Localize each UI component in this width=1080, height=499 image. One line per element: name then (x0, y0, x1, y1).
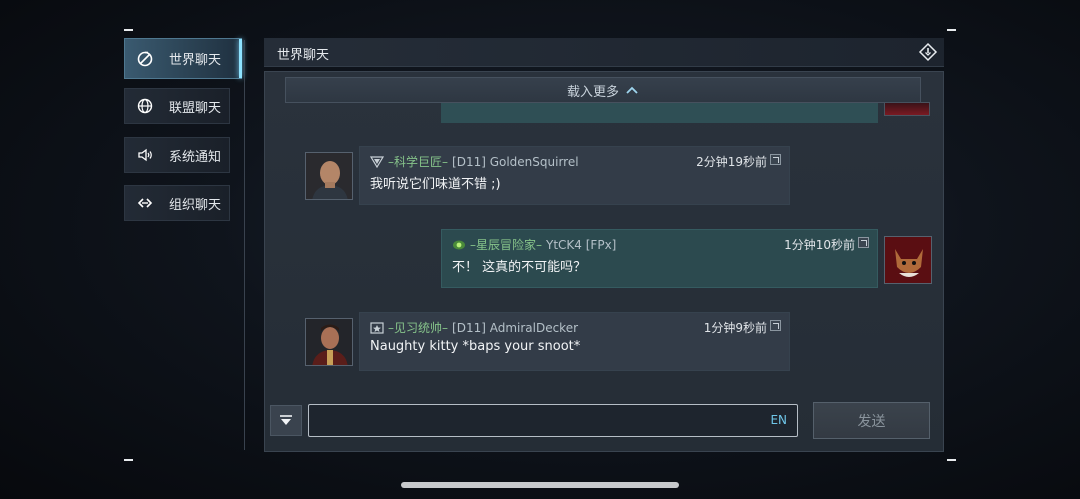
sidebar-item-label: 联盟聊天 (169, 100, 222, 116)
collapse-button[interactable] (270, 405, 302, 436)
link-icon (136, 194, 154, 212)
speaker-icon (136, 146, 154, 164)
avatar (884, 102, 930, 116)
username[interactable]: YtCK4 [FPx] (546, 238, 616, 252)
message-timestamp: 1分钟9秒前 (703, 321, 767, 335)
message-bubble: –科学巨匠– [D11] GoldenSquirrel 2分钟19秒前 我听说它… (359, 146, 790, 205)
home-indicator[interactable] (401, 482, 679, 488)
exit-icon[interactable] (918, 42, 938, 62)
chat-message-panel[interactable]: 载入更多 –科学巨匠– [D11] GoldenSquirrel 2分钟19秒前… (264, 71, 944, 452)
message-bubble: –星辰冒险家– YtCK4 [FPx] 1分钟10秒前 不！ 这真的不可能吗？ (441, 229, 878, 288)
username[interactable]: [D11] AdmiralDecker (452, 321, 578, 335)
load-more-button[interactable]: 载入更多 (285, 77, 921, 103)
chat-input[interactable]: EN (308, 404, 798, 437)
message-timestamp: 2分钟19秒前 (696, 155, 767, 169)
avatar[interactable] (884, 236, 932, 284)
message-timestamp: 1分钟10秒前 (784, 238, 855, 252)
username[interactable]: [D11] GoldenSquirrel (452, 155, 579, 169)
copy-icon[interactable] (770, 154, 781, 165)
rank-badge-icon (453, 240, 465, 249)
corner-mark (124, 459, 133, 461)
rank-title: –见习统帅– (388, 321, 449, 335)
copy-icon[interactable] (770, 320, 781, 331)
sidebar-item-system-notice[interactable]: 系统通知 (124, 137, 230, 173)
corner-mark (947, 29, 956, 31)
world-chat-icon (136, 50, 154, 68)
sidebar-item-org-chat[interactable]: 组织聊天 (124, 185, 230, 221)
message-bubble: –见习统帅– [D11] AdmiralDecker 1分钟9秒前 Naught… (359, 312, 790, 371)
message-header: –星辰冒险家– YtCK4 [FPx] (452, 236, 616, 253)
message-text: Naughty kitty *baps your snoot* (370, 339, 581, 354)
sidebar-item-label: 世界聊天 (169, 53, 222, 68)
rank-title: –科学巨匠– (388, 155, 449, 169)
sidebar-item-alliance-chat[interactable]: 联盟聊天 (124, 88, 230, 124)
globe-icon (136, 97, 154, 115)
chevron-down-icon (280, 414, 292, 425)
message-text: 我听说它们味道不错 ;) (370, 177, 501, 192)
sidebar-item-world-chat[interactable]: 世界聊天 (124, 38, 242, 79)
language-toggle[interactable]: EN (770, 413, 787, 427)
rank-title: –星辰冒险家– (470, 238, 543, 252)
rank-badge-icon (370, 321, 384, 334)
avatar[interactable] (305, 318, 353, 366)
divider (244, 40, 245, 450)
avatar[interactable] (305, 152, 353, 200)
corner-mark (124, 29, 133, 31)
message-header: –见习统帅– [D11] AdmiralDecker (370, 319, 578, 336)
rank-badge-icon (370, 155, 384, 168)
sidebar-item-label: 组织聊天 (169, 197, 222, 213)
page-title: 世界聊天 (277, 48, 330, 63)
sidebar-item-label: 系统通知 (169, 149, 222, 165)
previous-message-bubble (441, 102, 878, 123)
copy-icon[interactable] (858, 237, 869, 248)
chat-header: 世界聊天 (264, 38, 944, 67)
load-more-label: 载入更多 (566, 84, 619, 100)
message-header: –科学巨匠– [D11] GoldenSquirrel (370, 153, 579, 170)
corner-mark (947, 459, 956, 461)
message-text: 不！ 这真的不可能吗？ (452, 260, 587, 275)
chevron-up-icon (626, 86, 638, 94)
send-button[interactable]: 发送 (813, 402, 930, 439)
